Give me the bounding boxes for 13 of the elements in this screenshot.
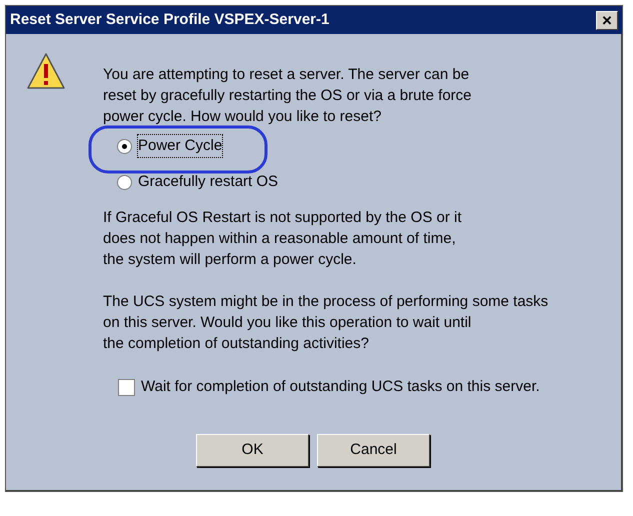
radio-label[interactable]: Gracefully restart OS [138,170,278,194]
window-title: Reset Server Service Profile VSPEX-Server-1 [10,10,330,30]
close-button[interactable]: × [596,10,618,30]
dialog-button[interactable]: Cancel [317,434,430,467]
checkbox-label[interactable]: Wait for completion of outstanding UCS tasks on this server. [141,376,540,398]
checkbox[interactable] [118,378,135,396]
note-text: If Graceful OS Restart is not supported by the OS or it does not happen within a reasonable amount of time, the system will perform a power cycle. [103,208,462,270]
radio-button[interactable] [117,174,132,190]
question-text: The UCS system might be in the process of performing some tasks on this server. Would you like this operation to wait until the completion of outstanding activities? [103,292,548,354]
dialog-button[interactable]: OK [196,434,309,467]
radio-button[interactable] [117,138,132,154]
warning-icon [26,52,66,90]
message-text: You are attempting to reset a server. The server can be reset by gracefully restarting the OS or via a brute force power cycle. How would you like to reset? [103,65,473,127]
